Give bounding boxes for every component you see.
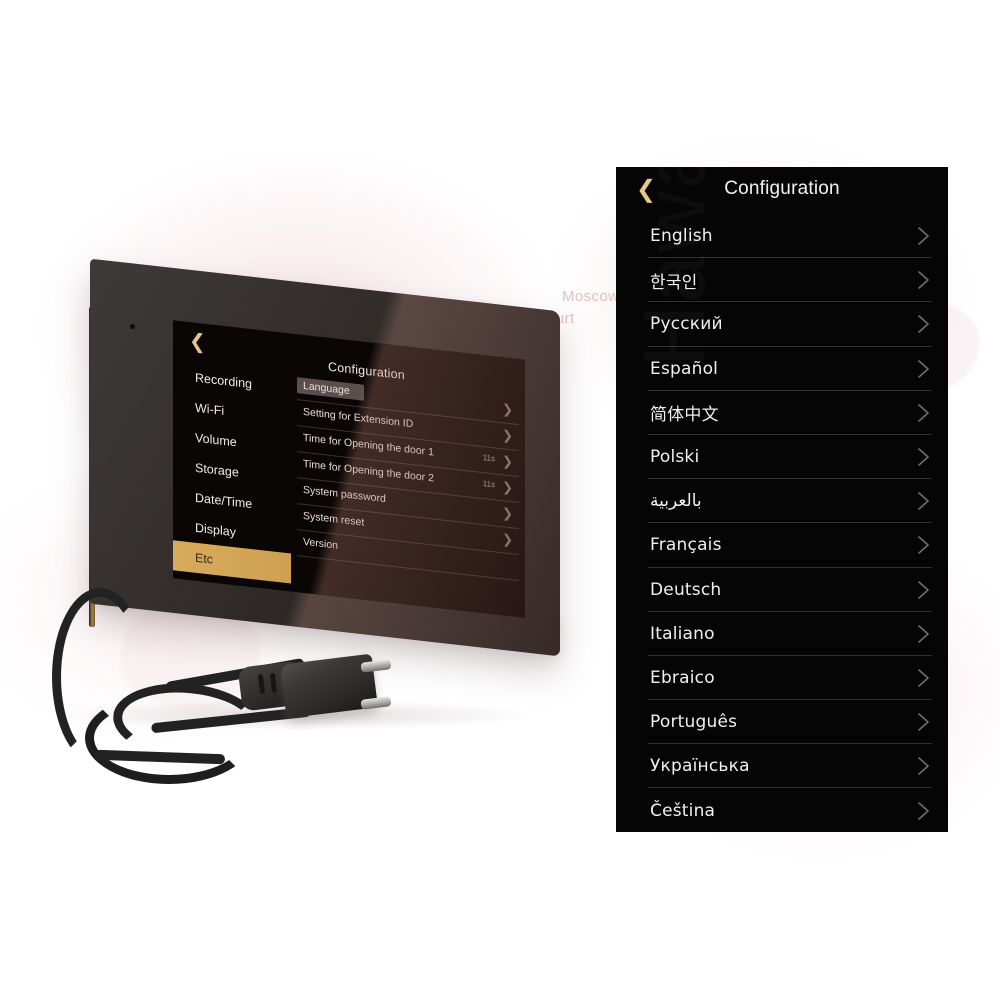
chevron-right-icon [916, 534, 932, 556]
language-row[interactable]: Русский [616, 302, 948, 347]
language-row[interactable]: English [616, 214, 948, 259]
language-row[interactable]: Italiano [616, 612, 948, 656]
device-sidebar: Recording Wi-Fi Volume Storage Date/Time… [173, 360, 291, 584]
language-row[interactable]: Français [616, 523, 948, 568]
language-row[interactable]: Українська [616, 744, 948, 789]
language-row[interactable]: 简体中文 [616, 391, 948, 435]
language-row[interactable]: بالعربية [616, 479, 948, 524]
language-label: Čeština [650, 800, 716, 821]
language-list: English 한국인 Русский Español 简体中文 Polski بالعرب… [616, 214, 948, 832]
language-label: 한국인 [650, 272, 698, 293]
language-row[interactable]: Čeština [616, 788, 948, 832]
device-microphone-hole [130, 323, 135, 330]
chevron-right-icon [916, 711, 932, 733]
chevron-right-icon [916, 579, 932, 601]
language-row[interactable]: Ebraico [616, 656, 948, 701]
power-cable [52, 588, 415, 784]
language-row[interactable]: Polski [616, 435, 948, 480]
page-title: Configuration [724, 178, 840, 199]
device-row-language-label: Language [297, 377, 364, 401]
chevron-right-icon [916, 225, 932, 247]
device-row-door1-time-value: 11s [482, 452, 495, 464]
chevron-right-icon: ❯ [502, 427, 513, 444]
chevron-right-icon: ❯ [502, 505, 513, 522]
language-label: Ebraico [650, 667, 715, 688]
chevron-right-icon [916, 623, 932, 645]
language-label: Português [650, 712, 738, 733]
intercom-monitor-device: ❮ Configuration Recording Wi-Fi Volume S… [52, 258, 575, 784]
language-label: Polski [650, 447, 700, 468]
chevron-right-icon [916, 269, 932, 291]
device-back-chevron-left-icon[interactable]: ❮ [189, 330, 206, 354]
language-row[interactable]: Português [616, 700, 948, 745]
device-row-system-password-label: System password [303, 483, 386, 506]
device-row-door2-time-value: 11s [482, 478, 495, 490]
language-row[interactable]: Español [616, 347, 948, 391]
chevron-right-icon [916, 446, 932, 468]
language-configuration-panel: Hawayway ❮ Configuration English한국인Русск… [616, 167, 948, 832]
plug-pin [360, 659, 392, 673]
language-label: Français [650, 535, 722, 556]
chevron-right-icon: ❯ [502, 401, 513, 418]
language-label: Español [650, 358, 719, 379]
screenshot-canvas: Frankfurt Moscow ❮ Configuration Recordi… [0, 0, 1000, 1000]
language-label: English [650, 226, 713, 247]
device-row-version-label: Version [303, 535, 339, 552]
chevron-right-icon: ❯ [502, 531, 513, 548]
device-row-system-reset-label: System reset [303, 509, 365, 529]
chevron-right-icon: ❯ [502, 479, 513, 496]
chevron-right-icon [916, 490, 932, 512]
language-label: 简体中文 [650, 405, 719, 426]
device-settings-list: Language ❯ Setting for Extension ID ❯ Ti… [297, 374, 519, 582]
chevron-right-icon [916, 755, 932, 777]
chevron-right-icon [916, 358, 932, 380]
plug-pin [360, 696, 392, 710]
device-screen: ❮ Configuration Recording Wi-Fi Volume S… [173, 320, 525, 618]
language-label: Deutsch [650, 579, 722, 600]
language-row[interactable]: 한국인 [616, 258, 948, 303]
language-label: بالعربية [650, 491, 702, 512]
chevron-right-icon [916, 667, 932, 689]
language-label: Українська [650, 756, 750, 777]
chevron-right-icon [916, 313, 932, 335]
language-label: Italiano [650, 623, 715, 644]
panel-header: ❮ Configuration [616, 167, 948, 214]
language-label: Русский [650, 314, 723, 335]
chevron-right-icon [916, 402, 932, 424]
chevron-right-icon [916, 800, 932, 822]
chevron-right-icon: ❯ [502, 453, 513, 470]
language-row[interactable]: Deutsch [616, 568, 948, 612]
